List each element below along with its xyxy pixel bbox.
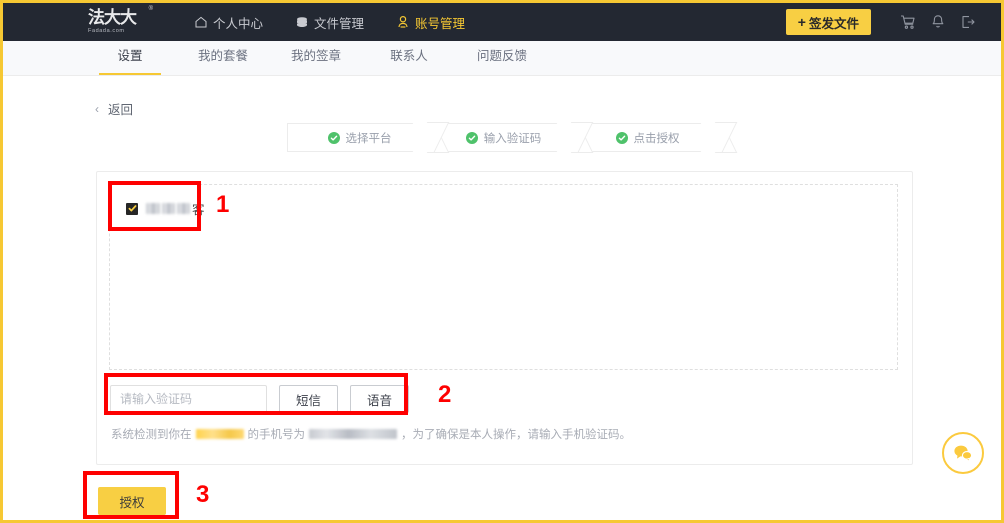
masked-phone-number — [309, 429, 397, 439]
back-label: 返回 — [108, 103, 134, 117]
tab-my-seal[interactable]: 我的签章 — [285, 40, 347, 75]
masked-text-block — [162, 203, 175, 214]
platform-name-visible-char: 客 — [192, 203, 205, 217]
send-voice-button[interactable]: 语音 — [350, 385, 409, 413]
settings-tab-bar: 设置 我的套餐 我的签章 联系人 问题反馈 — [3, 41, 1001, 76]
hint-part-3: ，为了确保是本人操作，请输入手机验证码。 — [401, 429, 631, 441]
user-icon — [396, 15, 410, 29]
hint-part-2: 的手机号为 — [247, 429, 306, 441]
tab-settings[interactable]: 设置 — [99, 40, 161, 75]
nav-item-account-management[interactable]: 账号管理 — [380, 3, 481, 41]
page-content: ‹ 返回 选择平台 输入验证码 点击授权 客 请输入验证码 短信 语音 系统检测… — [3, 76, 1001, 520]
nav-item-file-management[interactable]: 文件管理 — [279, 3, 380, 41]
step-label: 点击授权 — [633, 132, 680, 145]
check-circle-icon — [615, 131, 628, 144]
logo-subtitle: Fadada.com — [88, 28, 125, 34]
chat-bubble-icon — [954, 445, 973, 462]
bell-icon[interactable] — [923, 3, 953, 41]
verification-row: 短信 语音 — [110, 385, 409, 413]
nav-item-personal-center[interactable]: 个人中心 — [178, 3, 279, 41]
verification-hint-text: 系统检测到你在 的手机号为 ，为了确保是本人操作，请输入手机验证码。 — [111, 426, 631, 442]
send-sms-button[interactable]: 短信 — [279, 385, 338, 413]
top-navigation-bar: 法大大 ® Fadada.com 个人中心 文件管理 账号管理 + 签发文件 — [3, 3, 1001, 41]
masked-text-block — [177, 203, 190, 214]
authorize-button[interactable]: 授权 — [98, 487, 166, 515]
platform-checkbox[interactable] — [126, 202, 138, 215]
folder-icon — [295, 15, 309, 29]
browser-viewport: 法大大 ® Fadada.com 个人中心 文件管理 账号管理 + 签发文件 设… — [0, 0, 1004, 523]
nav-right-actions: + 签发文件 — [785, 3, 983, 41]
step-label: 选择平台 — [345, 132, 392, 145]
masked-text-block — [146, 203, 160, 214]
annotation-number-2: 2 — [438, 381, 452, 408]
step-label: 输入验证码 — [483, 132, 542, 145]
platform-option-row[interactable]: 客 — [126, 199, 881, 218]
cart-icon[interactable] — [893, 3, 923, 41]
nav-label: 文件管理 — [314, 16, 365, 31]
chat-support-button[interactable] — [942, 432, 984, 474]
nav-label: 个人中心 — [213, 16, 264, 31]
platform-name-masked: 客 — [146, 199, 205, 218]
step-click-authorize: 点击授权 — [575, 123, 720, 152]
chevron-left-icon: ‹ — [95, 101, 99, 116]
step-indicator: 选择平台 输入验证码 点击授权 — [287, 123, 720, 152]
tab-feedback[interactable]: 问题反馈 — [471, 40, 533, 75]
home-icon — [194, 15, 208, 29]
hint-part-1: 系统检测到你在 — [111, 429, 192, 441]
issue-document-button[interactable]: + 签发文件 — [785, 9, 871, 35]
issue-document-label: 签发文件 — [808, 16, 859, 31]
tab-contacts[interactable]: 联系人 — [378, 40, 440, 75]
nav-label: 账号管理 — [415, 16, 466, 31]
plus-icon: + — [797, 14, 806, 30]
registered-mark-icon: ® — [148, 6, 153, 12]
annotation-number-3: 3 — [196, 481, 210, 508]
check-circle-icon — [327, 131, 340, 144]
verification-code-input[interactable] — [110, 385, 267, 413]
site-logo[interactable]: 法大大 ® Fadada.com — [88, 6, 160, 37]
main-nav-items: 个人中心 文件管理 账号管理 — [178, 3, 481, 41]
tab-my-package[interactable]: 我的套餐 — [192, 40, 254, 75]
step-select-platform: 选择平台 — [287, 123, 432, 152]
logout-icon[interactable] — [953, 3, 983, 41]
annotation-number-1: 1 — [216, 191, 230, 218]
masked-platform-name — [195, 429, 244, 439]
check-circle-icon — [465, 131, 478, 144]
step-enter-code: 输入验证码 — [431, 123, 576, 152]
back-link[interactable]: ‹ 返回 — [95, 99, 133, 118]
